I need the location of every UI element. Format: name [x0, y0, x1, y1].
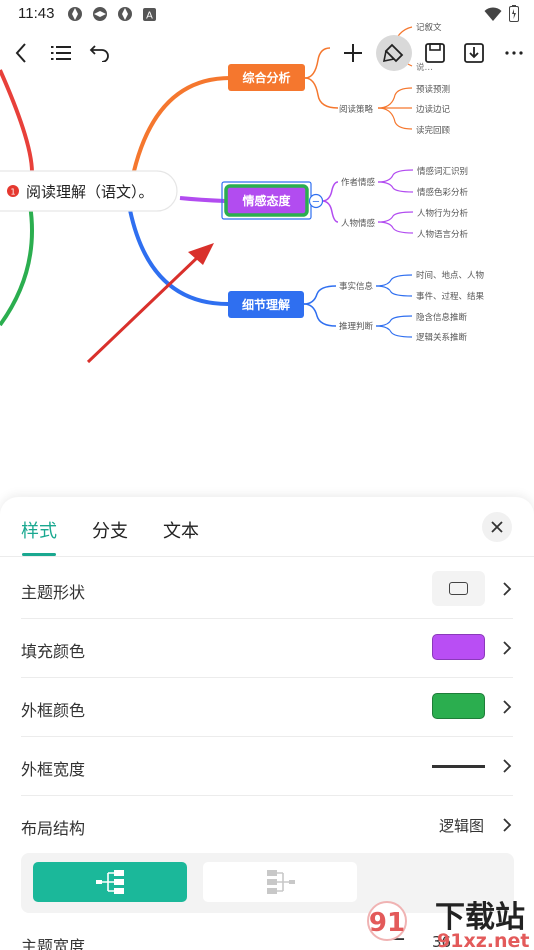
tab-underline	[22, 553, 56, 556]
layout-value: 逻辑图	[439, 817, 485, 835]
subtopic-label[interactable]: 人物情感	[341, 218, 376, 229]
add-button[interactable]	[340, 40, 366, 66]
download-icon	[464, 43, 484, 63]
leaf-label[interactable]: 人物行为分析	[417, 208, 469, 219]
branch-node-emotion[interactable]: 情感态度	[221, 181, 312, 220]
chevron-right-icon	[503, 641, 512, 655]
close-button[interactable]	[482, 512, 512, 542]
branch-curve-red	[0, 69, 34, 186]
leaf-label[interactable]: 边读边记	[416, 104, 451, 115]
undo-button[interactable]	[87, 40, 113, 66]
fill-color-swatch[interactable]	[432, 634, 485, 660]
row-label: 主题形状	[21, 583, 86, 602]
style-button[interactable]	[376, 35, 412, 71]
more-icon	[505, 51, 523, 55]
style-brush-icon	[383, 43, 404, 63]
branch-label: 情感态度	[242, 193, 291, 208]
leaf-label[interactable]: 逻辑关系推断	[416, 332, 468, 343]
connector-emotion	[179, 196, 226, 203]
save-icon	[425, 43, 445, 63]
watermark-number: 91	[369, 908, 405, 938]
sheet-tabs: 样式 分支 文本	[0, 497, 534, 557]
collapse-symbol: −	[312, 197, 320, 208]
site-watermark: 91 下载站 91xz.net	[367, 900, 529, 950]
add-icon	[344, 44, 362, 62]
row-topic-shape[interactable]: 主题形状	[0, 559, 534, 619]
chevron-right-icon	[503, 818, 512, 832]
connector-detail	[128, 209, 229, 306]
leaf-label[interactable]: 情感色彩分析	[417, 187, 469, 198]
row-fill-color[interactable]: 填充颜色	[0, 618, 534, 678]
style-sheet: 样式 分支 文本 主题形状 填充颜色 外框颜色 外框宽度 布局结构 逻辑图 主题…	[0, 497, 534, 950]
leaf-label[interactable]: 事件、过程、结果	[416, 291, 485, 302]
leaf-label[interactable]: 预读预测	[416, 84, 450, 95]
download-button[interactable]	[461, 40, 487, 66]
row-label: 外框宽度	[21, 760, 86, 779]
chevron-right-icon	[503, 582, 512, 596]
row-label: 填充颜色	[21, 642, 86, 661]
layout-option-logic-left[interactable]	[203, 862, 357, 902]
subtopic-label[interactable]: 阅读策略	[339, 104, 374, 115]
leaf-label[interactable]: 时间、地点、人物	[416, 270, 485, 281]
branch-node-analysis[interactable]: 综合分析	[228, 64, 305, 91]
root-badge-text: 1	[10, 188, 15, 197]
tab-style[interactable]: 样式	[21, 517, 57, 543]
back-icon	[15, 43, 26, 63]
outline-button[interactable]	[47, 40, 75, 66]
branch-label: 综合分析	[242, 70, 290, 85]
chevron-right-icon	[503, 700, 512, 714]
shape-preview[interactable]	[432, 571, 485, 606]
row-border-width[interactable]: 外框宽度	[0, 736, 534, 796]
logic-left-layout-icon	[267, 870, 295, 894]
leaf-label[interactable]: 读完回顾	[416, 125, 451, 136]
tab-text[interactable]: 文本	[163, 517, 199, 543]
outline-list-icon	[51, 46, 71, 60]
leaf-label[interactable]: 记叙文	[416, 22, 442, 33]
root-label: 阅读理解（语文）。	[26, 183, 154, 201]
subtopic-label[interactable]: 作者情感	[341, 177, 376, 188]
tab-branch[interactable]: 分支	[92, 517, 128, 543]
branch-label: 细节理解	[242, 297, 290, 312]
row-border-color[interactable]: 外框颜色	[0, 677, 534, 737]
row-label: 主题宽度	[21, 937, 86, 950]
rectangle-shape-icon	[449, 582, 468, 595]
row-label: 布局结构	[21, 819, 86, 838]
mindmap-canvas[interactable]: 1 阅读理解（语文）。 综合分析 阅读策略 记叙文 说… 预读预测 边读边记 读…	[0, 0, 534, 500]
root-node[interactable]: 1 阅读理解（语文）。	[0, 170, 178, 212]
subtopic-label[interactable]: 事实信息	[339, 281, 374, 292]
leaf-label[interactable]: 情感词汇识别	[417, 166, 468, 177]
back-button[interactable]	[8, 40, 34, 66]
more-button[interactable]	[500, 40, 528, 66]
branch-curve-green	[0, 204, 34, 327]
leaf-label[interactable]: 人物语言分析	[417, 229, 469, 240]
undo-icon	[89, 45, 109, 62]
border-color-swatch[interactable]	[432, 693, 485, 719]
layout-option-logic-right[interactable]	[33, 862, 187, 902]
border-width-preview[interactable]	[432, 765, 485, 768]
save-button[interactable]	[422, 40, 448, 66]
row-label: 外框颜色	[21, 701, 86, 720]
row-layout-structure[interactable]: 布局结构 逻辑图	[0, 795, 534, 855]
branch-node-detail[interactable]: 细节理解	[228, 291, 304, 318]
close-icon	[491, 521, 503, 533]
collapse-toggle[interactable]: −	[308, 193, 324, 209]
logic-right-layout-icon	[96, 870, 124, 894]
leaf-label[interactable]: 隐含信息推断	[416, 312, 468, 323]
subtopic-label[interactable]: 推理判断	[339, 321, 374, 332]
chevron-right-icon	[503, 759, 512, 773]
watermark-url: 91xz.net	[437, 930, 529, 950]
